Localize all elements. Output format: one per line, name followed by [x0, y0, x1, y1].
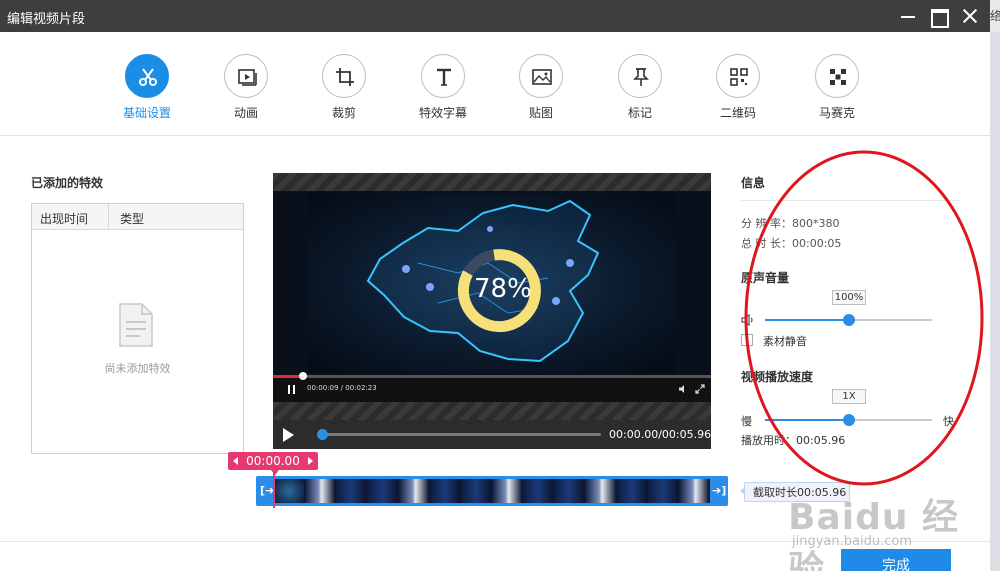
timeline-thumbnail	[460, 479, 492, 503]
tool-label: 贴图	[528, 106, 553, 120]
tool-label: 二维码	[719, 106, 756, 120]
qrcode-icon	[730, 68, 748, 86]
effects-title: 已添加的特效	[31, 176, 104, 190]
tool-effect-subtitle[interactable]: 特效字幕	[403, 54, 483, 121]
maximize-button[interactable]	[925, 4, 951, 28]
text-icon	[437, 68, 451, 86]
tool-label: 标记	[627, 106, 652, 120]
playhead-line[interactable]	[273, 470, 275, 508]
inner-time-display: 00:00:09 / 00:02:23	[307, 384, 377, 392]
empty-effects-text: 尚未添加特效	[104, 362, 171, 375]
speaker-icon[interactable]	[678, 384, 688, 394]
timeline-thumbnail	[523, 479, 555, 503]
timeline-thumbnail	[647, 479, 679, 503]
clip-timeline[interactable]: [➔ ➔]	[256, 476, 728, 506]
window-title: 编辑视频片段	[7, 12, 86, 27]
video-player: 78% 00:00:09 / 00:02:23 00:00.00/00:05.9…	[273, 173, 711, 449]
tool-qrcode[interactable]: 二维码	[698, 54, 778, 121]
video-screen[interactable]: 78% 00:00:09 / 00:02:23	[273, 191, 711, 402]
out-point-handle[interactable]: ➔]	[712, 484, 726, 497]
inner-progress-bar[interactable]	[273, 372, 711, 380]
tool-label: 动画	[233, 106, 258, 120]
scissors-icon	[139, 68, 157, 86]
effects-list: 出现时间 类型 尚未添加特效	[31, 203, 244, 454]
timeline-thumbnail	[398, 479, 430, 503]
timeline-thumbnail	[336, 479, 368, 503]
mosaic-icon	[830, 69, 846, 85]
time-display: 00:00.00/00:05.96	[609, 428, 712, 441]
tool-crop[interactable]: 裁剪	[304, 54, 384, 121]
title-bar: 编辑视频片段	[0, 0, 990, 32]
close-button[interactable]	[957, 4, 983, 28]
step-forward-icon[interactable]	[308, 457, 313, 465]
timeline-thumbnail	[367, 479, 399, 503]
playhead-time: 00:00.00	[246, 454, 300, 468]
timeline-thumbnail	[678, 479, 710, 503]
timeline-thumbnail	[554, 479, 586, 503]
feature-toolbar: 基础设置 动画 裁剪 特效字幕 贴图 标记 二维码 马赛克	[0, 32, 990, 136]
tool-basic-settings[interactable]: 基础设置	[107, 54, 187, 121]
col-type: 类型	[120, 212, 145, 226]
seek-bar[interactable]	[321, 433, 601, 436]
tool-label: 裁剪	[331, 106, 356, 120]
china-map-graphic: 78%	[366, 199, 600, 363]
overlay-percent-text: 78%	[474, 274, 532, 304]
crop-icon	[336, 68, 354, 86]
timeline-thumbnail	[616, 479, 648, 503]
tool-mosaic[interactable]: 马赛克	[797, 54, 877, 121]
video-frame: 78%	[308, 193, 675, 373]
annotation-ellipse	[744, 150, 984, 486]
background-window-edge: 络	[990, 0, 1000, 571]
image-icon	[532, 69, 552, 85]
tool-sticker[interactable]: 贴图	[501, 54, 581, 121]
tool-animation[interactable]: 动画	[206, 54, 286, 121]
col-appear-time: 出现时间	[40, 212, 89, 226]
background-window-title: 络	[990, 0, 1000, 32]
pause-icon[interactable]	[288, 385, 295, 394]
watermark-url: jingyan.baidu.com	[792, 534, 912, 549]
timeline-thumbnail	[429, 479, 461, 503]
timeline-thumbnail	[585, 479, 617, 503]
play-button[interactable]	[283, 428, 294, 442]
play-frame-icon	[238, 69, 257, 86]
tool-mark[interactable]: 标记	[600, 54, 680, 121]
watermark-text: Baidu 经验	[788, 497, 960, 571]
tool-label: 马赛克	[818, 106, 855, 120]
edit-video-window: 编辑视频片段 基础设置 动画 裁剪 特效字幕 贴图 标记 二维码 马赛克 已添加…	[0, 0, 990, 571]
tool-label: 基础设置	[122, 106, 171, 120]
timeline-thumbnail	[305, 479, 337, 503]
playhead-time-tag[interactable]: 00:00.00	[228, 452, 318, 475]
minimize-button[interactable]	[895, 4, 921, 28]
thumbnail-strip	[274, 479, 710, 503]
pin-icon	[633, 68, 649, 86]
effects-header: 出现时间 类型	[32, 204, 243, 230]
timeline-thumbnail	[274, 479, 306, 503]
player-controls: 00:00.00/00:05.96	[273, 420, 711, 449]
fullscreen-icon[interactable]	[695, 384, 705, 394]
document-icon	[119, 303, 153, 347]
step-back-icon[interactable]	[233, 457, 238, 465]
timeline-thumbnail	[491, 479, 524, 503]
tool-label: 特效字幕	[418, 106, 467, 120]
seek-knob[interactable]	[317, 429, 328, 440]
